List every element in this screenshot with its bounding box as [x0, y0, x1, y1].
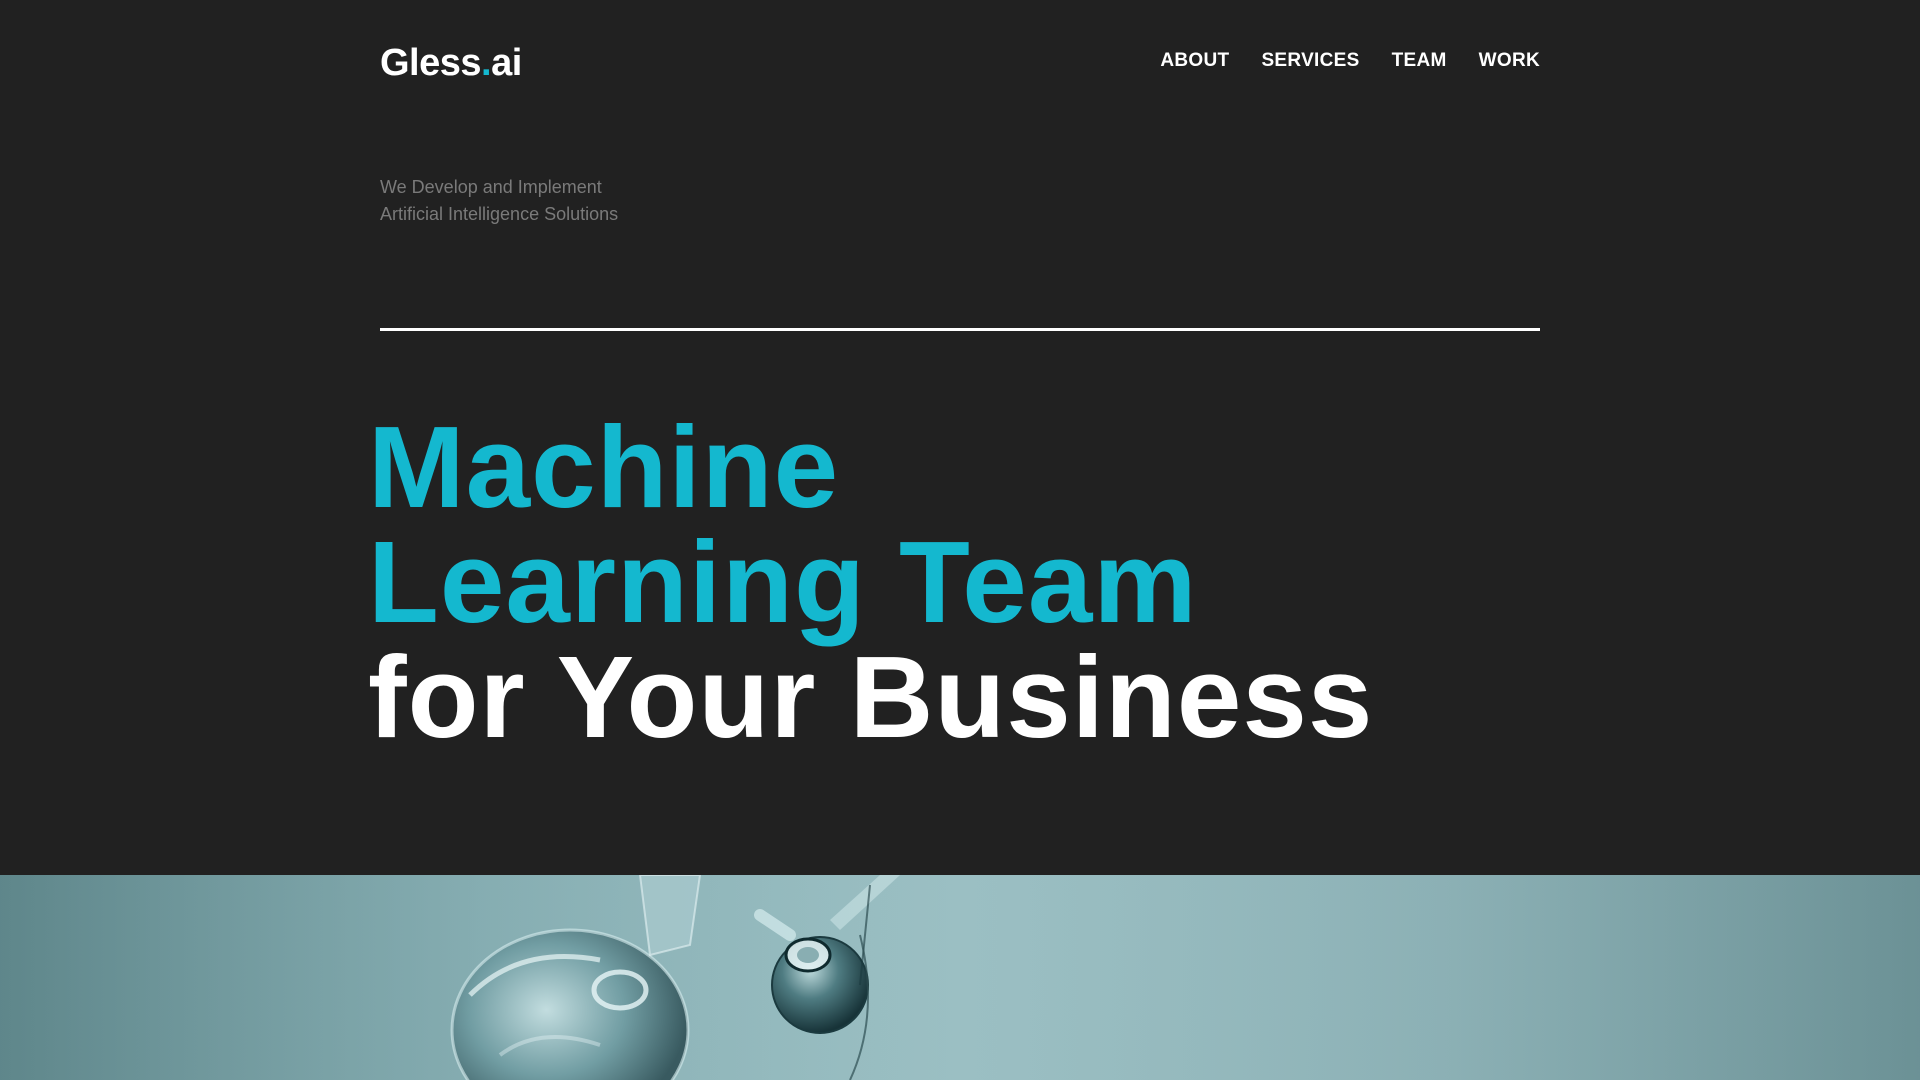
hero-heading: Machine Learning Team for Your Business [368, 402, 1374, 762]
nav-item-work[interactable]: WORK [1479, 50, 1540, 72]
hero-line-2: Learning Team [368, 517, 1198, 647]
nav-item-about[interactable]: ABOUT [1160, 50, 1229, 72]
glass-flask-icon [0, 875, 1920, 1080]
nav-item-team[interactable]: TEAM [1392, 50, 1447, 72]
hero-line-3: for Your Business [368, 632, 1374, 762]
tagline: We Develop and Implement Artificial Inte… [380, 174, 618, 228]
logo-suffix: ai [491, 42, 522, 84]
hero-line-1: Machine [368, 402, 840, 532]
logo-dot: . [481, 42, 492, 84]
hero-image [0, 875, 1920, 1080]
site-header: Gless.ai ABOUT SERVICES TEAM WORK [380, 40, 1540, 90]
divider [380, 328, 1540, 331]
main-nav: ABOUT SERVICES TEAM WORK [1160, 50, 1540, 72]
tagline-line-2: Artificial Intelligence Solutions [380, 204, 619, 224]
logo[interactable]: Gless.ai [380, 42, 522, 85]
page: Gless.ai ABOUT SERVICES TEAM WORK We Dev… [0, 0, 1920, 1080]
nav-item-services[interactable]: SERVICES [1261, 50, 1359, 72]
tagline-line-1: We Develop and Implement [380, 177, 602, 197]
logo-name: Gless [380, 42, 482, 84]
